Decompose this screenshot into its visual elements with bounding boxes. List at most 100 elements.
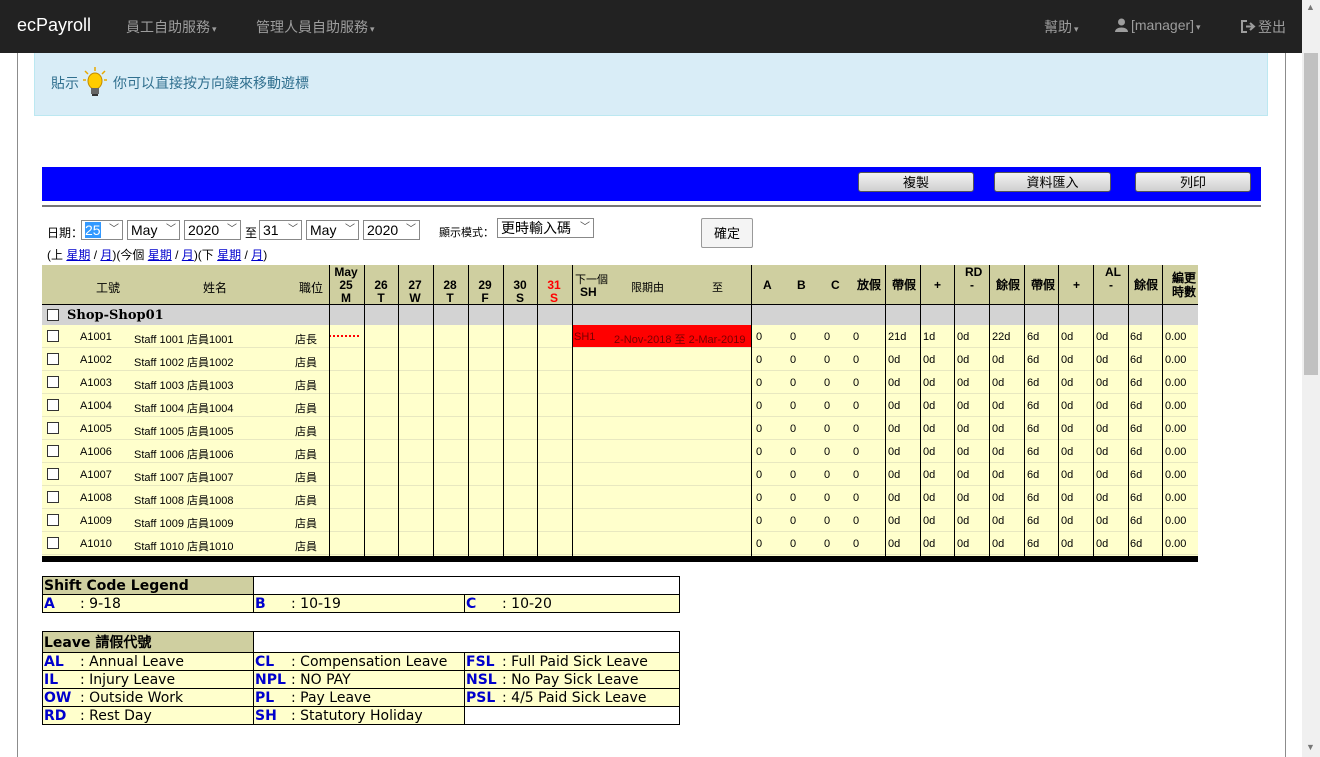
shift-cell[interactable] bbox=[329, 463, 363, 485]
value-al3[interactable]: 0d bbox=[1096, 515, 1108, 527]
value-al1[interactable]: 6d bbox=[1027, 492, 1039, 504]
next-month-link[interactable]: 月 bbox=[251, 248, 263, 262]
shift-cell[interactable] bbox=[468, 486, 502, 508]
value-ot[interactable]: 0.00 bbox=[1165, 423, 1186, 435]
shift-cell[interactable] bbox=[433, 394, 467, 416]
shift-cell[interactable] bbox=[329, 509, 363, 531]
shift-cell[interactable] bbox=[537, 463, 571, 485]
value-b[interactable]: 0 bbox=[790, 400, 796, 412]
value-a[interactable]: 0 bbox=[756, 492, 762, 504]
value-ot[interactable]: 0.00 bbox=[1165, 400, 1186, 412]
value-off[interactable]: 0 bbox=[853, 538, 859, 550]
shift-cell[interactable] bbox=[364, 371, 398, 393]
value-rd3[interactable]: 0d bbox=[957, 515, 969, 527]
this-month-link[interactable]: 月 bbox=[182, 248, 194, 262]
row-checkbox[interactable] bbox=[47, 537, 59, 549]
value-rd2[interactable]: 0d bbox=[923, 515, 935, 527]
shift-cell[interactable] bbox=[364, 532, 398, 554]
shift-cell[interactable] bbox=[433, 532, 467, 554]
shift-input-cursor[interactable] bbox=[329, 335, 359, 337]
value-rd4[interactable]: 22d bbox=[992, 331, 1010, 343]
shift-cell[interactable] bbox=[537, 371, 571, 393]
value-off[interactable]: 0 bbox=[853, 469, 859, 481]
value-al1[interactable]: 6d bbox=[1027, 331, 1039, 343]
value-b[interactable]: 0 bbox=[790, 423, 796, 435]
value-off[interactable]: 0 bbox=[853, 423, 859, 435]
to-month-select[interactable]: May ﹀ bbox=[306, 220, 359, 240]
value-rd4[interactable]: 0d bbox=[992, 354, 1004, 366]
value-ot[interactable]: 0.00 bbox=[1165, 331, 1186, 343]
value-a[interactable]: 0 bbox=[756, 377, 762, 389]
value-rd2[interactable]: 0d bbox=[923, 469, 935, 481]
value-rd4[interactable]: 0d bbox=[992, 446, 1004, 458]
value-rd1[interactable]: 0d bbox=[888, 469, 900, 481]
shift-cell[interactable] bbox=[468, 463, 502, 485]
value-a[interactable]: 0 bbox=[756, 469, 762, 481]
value-b[interactable]: 0 bbox=[790, 377, 796, 389]
value-rd1[interactable]: 0d bbox=[888, 515, 900, 527]
value-al4[interactable]: 6d bbox=[1130, 400, 1142, 412]
shift-cell[interactable] bbox=[503, 486, 537, 508]
value-ot[interactable]: 0.00 bbox=[1165, 469, 1186, 481]
from-year-select[interactable]: 2020 ﹀ bbox=[184, 220, 241, 240]
value-al3[interactable]: 0d bbox=[1096, 331, 1108, 343]
value-b[interactable]: 0 bbox=[790, 331, 796, 343]
value-off[interactable]: 0 bbox=[853, 492, 859, 504]
value-off[interactable]: 0 bbox=[853, 400, 859, 412]
scroll-down-icon[interactable]: ▼ bbox=[1306, 742, 1315, 752]
row-checkbox[interactable] bbox=[47, 491, 59, 503]
value-al3[interactable]: 0d bbox=[1096, 538, 1108, 550]
value-rd4[interactable]: 0d bbox=[992, 492, 1004, 504]
value-b[interactable]: 0 bbox=[790, 446, 796, 458]
shift-cell[interactable] bbox=[398, 463, 432, 485]
value-al1[interactable]: 6d bbox=[1027, 377, 1039, 389]
value-rd4[interactable]: 0d bbox=[992, 515, 1004, 527]
row-checkbox[interactable] bbox=[47, 445, 59, 457]
value-al1[interactable]: 6d bbox=[1027, 469, 1039, 481]
shift-cell[interactable] bbox=[364, 463, 398, 485]
copy-button[interactable]: 複製 bbox=[858, 172, 974, 192]
value-ot[interactable]: 0.00 bbox=[1165, 446, 1186, 458]
value-rd1[interactable]: 0d bbox=[888, 377, 900, 389]
shift-cell[interactable] bbox=[537, 532, 571, 554]
value-a[interactable]: 0 bbox=[756, 538, 762, 550]
value-al1[interactable]: 6d bbox=[1027, 400, 1039, 412]
shift-cell[interactable] bbox=[433, 486, 467, 508]
value-al3[interactable]: 0d bbox=[1096, 354, 1108, 366]
value-c[interactable]: 0 bbox=[824, 492, 830, 504]
value-a[interactable]: 0 bbox=[756, 446, 762, 458]
vertical-scrollbar[interactable]: ▲ ▼ bbox=[1302, 0, 1320, 757]
value-rd2[interactable]: 0d bbox=[923, 377, 935, 389]
shift-cell[interactable] bbox=[468, 394, 502, 416]
shift-cell[interactable] bbox=[398, 394, 432, 416]
value-rd2[interactable]: 0d bbox=[923, 538, 935, 550]
to-day-select[interactable]: 31 ﹀ bbox=[259, 220, 302, 240]
shift-cell[interactable] bbox=[398, 486, 432, 508]
value-rd3[interactable]: 0d bbox=[957, 492, 969, 504]
value-al2[interactable]: 0d bbox=[1061, 400, 1073, 412]
shift-cell[interactable] bbox=[468, 417, 502, 439]
value-al3[interactable]: 0d bbox=[1096, 423, 1108, 435]
shift-cell[interactable] bbox=[364, 348, 398, 370]
shift-cell[interactable] bbox=[468, 440, 502, 462]
shift-cell[interactable] bbox=[329, 486, 363, 508]
value-rd3[interactable]: 0d bbox=[957, 538, 969, 550]
value-c[interactable]: 0 bbox=[824, 423, 830, 435]
shift-cell[interactable] bbox=[537, 394, 571, 416]
shift-cell[interactable] bbox=[364, 486, 398, 508]
value-rd1[interactable]: 0d bbox=[888, 492, 900, 504]
value-rd1[interactable]: 0d bbox=[888, 354, 900, 366]
row-checkbox[interactable] bbox=[47, 514, 59, 526]
menu-employee-self-service[interactable]: 員工自助服務 ▾ bbox=[126, 17, 217, 37]
shift-cell[interactable] bbox=[329, 440, 363, 462]
shift-cell[interactable] bbox=[433, 417, 467, 439]
shift-cell[interactable] bbox=[433, 509, 467, 531]
value-rd2[interactable]: 0d bbox=[923, 354, 935, 366]
value-rd4[interactable]: 0d bbox=[992, 538, 1004, 550]
value-ot[interactable]: 0.00 bbox=[1165, 492, 1186, 504]
shift-cell[interactable] bbox=[537, 325, 571, 347]
scroll-up-icon[interactable]: ▲ bbox=[1306, 2, 1315, 12]
to-year-select[interactable]: 2020 ﹀ bbox=[363, 220, 420, 240]
shift-cell[interactable] bbox=[503, 325, 537, 347]
shift-cell[interactable] bbox=[537, 486, 571, 508]
